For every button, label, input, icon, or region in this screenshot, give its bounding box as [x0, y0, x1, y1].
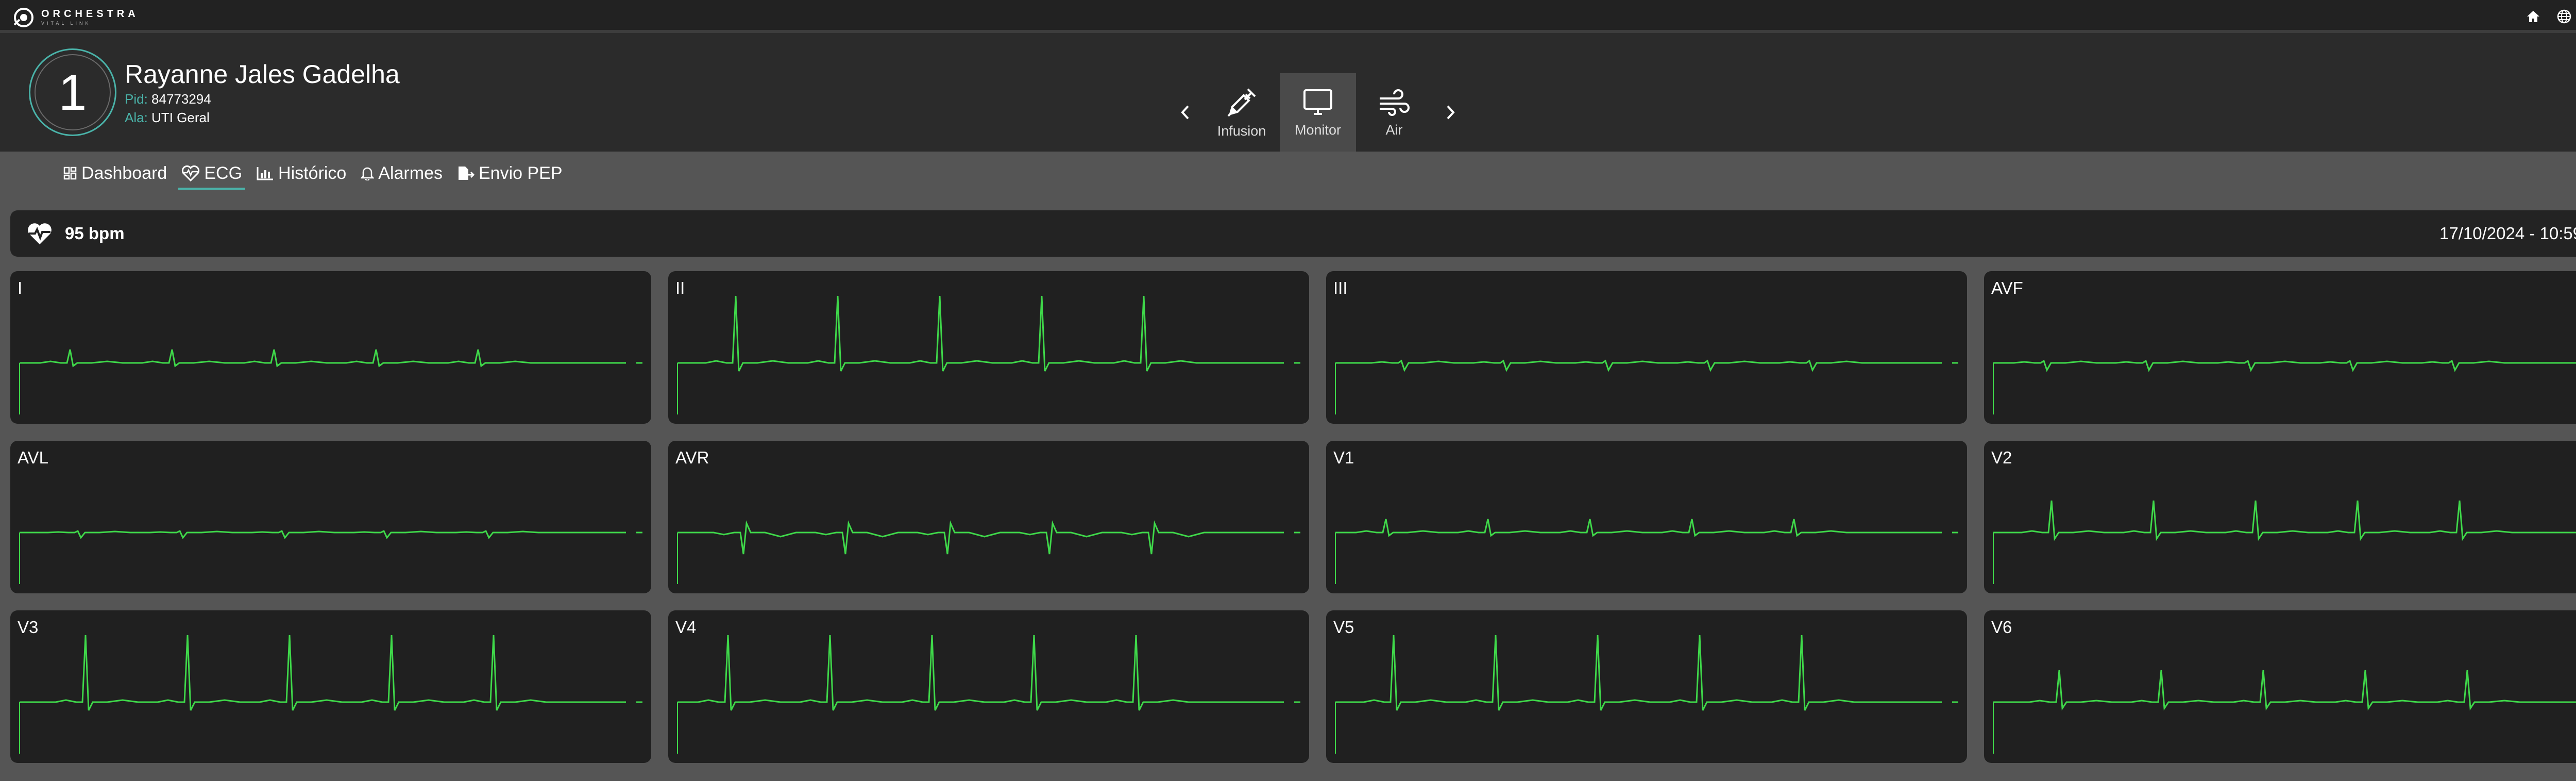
- ecg-trace: [677, 635, 1300, 754]
- ecg-waveform: [1993, 500, 2576, 541]
- ecg-lead-panel: II: [668, 271, 1309, 424]
- tab-alarmes[interactable]: Alarmes: [353, 158, 450, 189]
- ecg-trace: [677, 295, 1300, 414]
- ecg-waveform: [677, 635, 1284, 711]
- heart-rate-bar: 95 bpm 17/10/2024 - 10:59:01: [10, 210, 2576, 257]
- ecg-lead-panel: V1: [1326, 441, 1967, 593]
- ala-value: UTI Geral: [151, 110, 210, 125]
- device-tab-air[interactable]: Air: [1356, 73, 1432, 152]
- tab-historico[interactable]: Histórico: [249, 158, 353, 189]
- home-icon[interactable]: [2526, 9, 2541, 24]
- ecg-lead-panel: V4: [668, 610, 1309, 763]
- ecg-waveform: [20, 529, 626, 539]
- pid-value: 84773294: [151, 91, 211, 107]
- ecg-trace: [677, 520, 1300, 584]
- chevron-right-icon: [1447, 105, 1455, 120]
- file-upload-icon: [458, 167, 474, 180]
- ecg-trace: [1335, 519, 1958, 584]
- patient-header: 1 Rayanne Jales Gadelha Pid: 84773294 Al…: [0, 33, 2576, 152]
- patient-ala-row: Ala: UTI Geral: [125, 108, 400, 127]
- ecg-lead-panel: AVR: [668, 441, 1309, 593]
- device-label-infusion: Infusion: [1217, 123, 1266, 139]
- heart-rate: 95 bpm: [27, 210, 125, 257]
- ecg-lead-panel: AVF: [1984, 271, 2576, 424]
- tab-label-dashboard: Dashboard: [81, 163, 167, 183]
- top-bar: ORCHESTRA VITAL LINK PT GG: [0, 0, 2576, 33]
- ecg-lead-panel: III: [1326, 271, 1967, 424]
- heart-rate-value: 95 bpm: [65, 224, 125, 243]
- wind-icon: [1380, 89, 1410, 116]
- ecg-waveform: [20, 349, 626, 368]
- tab-label-historico: Histórico: [278, 163, 347, 183]
- orchestra-logo-icon: [13, 8, 33, 27]
- ecg-lead-panel: V2: [1984, 441, 2576, 593]
- ecg-waveform: [20, 635, 626, 711]
- dashboard-icon: [63, 167, 77, 180]
- section-tabs: Dashboard ECG Histórico Alarmes Envio PE…: [56, 152, 570, 195]
- monitor-icon: [1303, 89, 1332, 115]
- pid-label: Pid:: [125, 91, 148, 107]
- chevron-left-icon: [1181, 105, 1189, 120]
- ecg-lead-panel: V3: [10, 610, 651, 763]
- device-tab-monitor[interactable]: Monitor: [1280, 73, 1356, 152]
- ecg-trace: [1335, 635, 1958, 754]
- brand-tagline: VITAL LINK: [41, 21, 91, 26]
- ecg-trace: [19, 635, 642, 754]
- top-actions: PT GG: [2526, 6, 2576, 27]
- ecg-lead-panel: AVL: [10, 441, 651, 593]
- device-prev-button[interactable]: [1167, 73, 1204, 152]
- syringe-icon: [1227, 88, 1256, 117]
- ala-label: Ala:: [125, 110, 148, 125]
- ecg-trace: [19, 349, 642, 414]
- ecg-trace: [1993, 359, 2576, 414]
- ecg-lead-panel: V6: [1984, 610, 2576, 763]
- ecg-waveform: [1993, 670, 2576, 711]
- tab-envio-pep[interactable]: Envio PEP: [450, 158, 570, 189]
- device-label-air: Air: [1385, 122, 1403, 138]
- bed-number: 1: [35, 54, 111, 130]
- ecg-waveform: [1993, 359, 2576, 372]
- device-next-button[interactable]: [1432, 73, 1468, 152]
- ecg-trace: [1335, 359, 1958, 414]
- device-switcher: Infusion Monitor Air: [1167, 73, 1468, 152]
- heart-pulse-icon: [28, 223, 52, 244]
- tab-ecg[interactable]: ECG: [174, 158, 249, 190]
- bell-icon: [361, 167, 375, 180]
- device-label-monitor: Monitor: [1294, 122, 1342, 138]
- ecg-waveform: [1335, 519, 1942, 537]
- ecg-trace: [1993, 500, 2576, 584]
- language-selector[interactable]: PT: [2556, 9, 2576, 24]
- device-tab-infusion[interactable]: Infusion: [1204, 73, 1280, 152]
- patient-pid-row: Pid: 84773294: [125, 90, 400, 108]
- tab-label-envio-pep: Envio PEP: [478, 163, 563, 183]
- ecg-waveform: [1335, 359, 1942, 372]
- ecg-grid: I II III AVF AVL AVR V1 V2 V3 V4 V5 V6: [10, 271, 2576, 763]
- heart-pulse-icon: [182, 165, 200, 181]
- tab-label-ecg: ECG: [204, 163, 243, 183]
- ecg-trace: [1993, 670, 2576, 754]
- timestamp: 17/10/2024 - 10:59:01: [2439, 224, 2576, 243]
- globe-icon: [2557, 9, 2571, 24]
- bed-badge: 1: [29, 48, 116, 136]
- patient-info: Rayanne Jales Gadelha Pid: 84773294 Ala:…: [125, 59, 400, 127]
- brand-name: ORCHESTRA: [41, 8, 139, 20]
- bar-chart-icon: [257, 167, 274, 180]
- ecg-waveform: [677, 520, 1284, 555]
- tab-dashboard[interactable]: Dashboard: [56, 158, 174, 189]
- ecg-waveform: [677, 295, 1284, 372]
- ecg-waveform: [1335, 635, 1942, 711]
- ecg-lead-panel: V5: [1326, 610, 1967, 763]
- ecg-lead-panel: I: [10, 271, 651, 424]
- app-logo: ORCHESTRA VITAL LINK: [12, 6, 139, 29]
- tab-label-alarmes: Alarmes: [378, 163, 443, 183]
- ecg-trace: [19, 529, 642, 584]
- patient-name: Rayanne Jales Gadelha: [125, 60, 400, 89]
